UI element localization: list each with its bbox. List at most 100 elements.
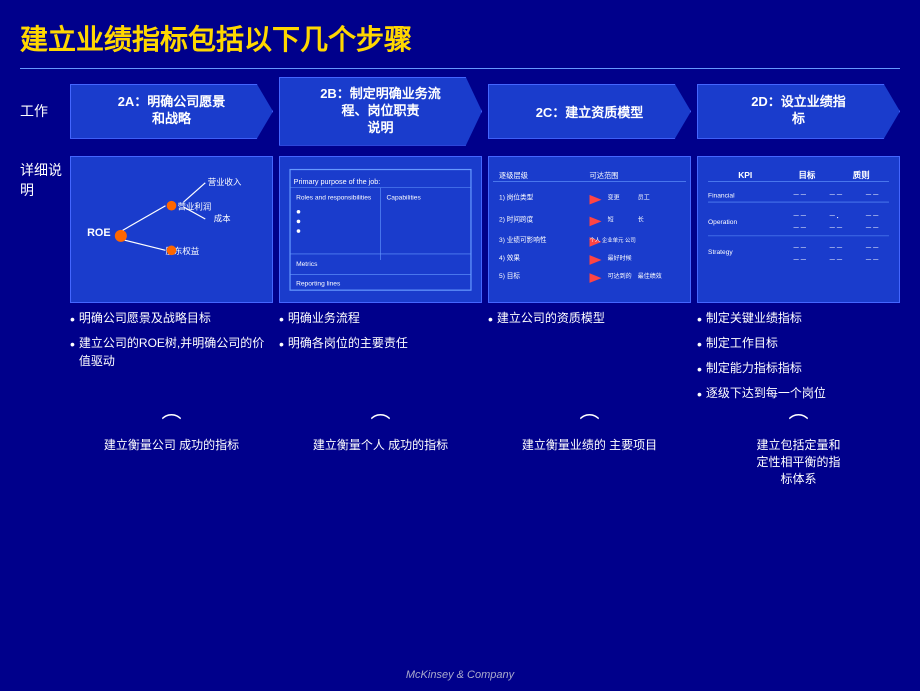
brace-symbol-4: ⌒ [697,415,900,435]
brace-col-3: ⌒ 建立衡量业绩的 主要项目 [488,415,691,487]
svg-text:员工: 员工 [638,194,650,201]
svg-text:目标: 目标 [799,170,816,180]
svg-text:Roles and responsibilities: Roles and responsibilities [296,194,372,201]
svg-text:2) 时间跨度: 2) 时间跨度 [499,214,534,223]
diagram-competency: 逐级层级 可达范围 1) 岗位类型 2) 时间跨度 3) 业绩可影响性 4) 效… [488,156,691,304]
bullet-text: 逐级下达到每一个岗位 [706,384,826,402]
bullet-dot: • [279,334,284,355]
svg-text:－－: －－ [792,223,806,232]
bullet-text: 建立公司的ROE树,并明确公司的价值驱动 [79,334,273,370]
step-2b: 2B：制定明确业务流程、岗位职责说明 [279,77,482,146]
svg-text:－－: －－ [829,243,843,252]
svg-text:长: 长 [638,215,644,223]
bullet-4-2: • 制定工作目标 [697,334,900,355]
svg-text:4) 效果: 4) 效果 [499,253,520,262]
detail-diagrams: 营业收入 营业利润 成本 股东权益 ROE [70,156,900,304]
step-2a: 2A：明确公司愿景和战略 [70,84,273,139]
step-2b-label: 2B：制定明确业务流程、岗位职责说明 [320,86,441,137]
bullet-dot: • [70,309,75,330]
svg-text:可达范围: 可达范围 [590,171,619,180]
bullet-text: 明确各岗位的主要责任 [288,334,408,352]
svg-text:个人 企业单元 公司: 个人 企业单元 公司 [590,236,636,244]
bullet-col-2: • 明确业务流程 • 明确各岗位的主要责任 [279,309,482,409]
svg-text:3) 业绩可影响性: 3) 业绩可影响性 [499,235,547,244]
diagram-job: Primary purpose of the job: Roles and re… [279,156,482,304]
bullet-2-2: • 明确各岗位的主要责任 [279,334,482,355]
brace-col-2: ⌒ 建立衡量个人 成功的指标 [279,415,482,487]
brace-text-2: 建立衡量个人 成功的指标 [279,437,482,454]
svg-text:营业收入: 营业收入 [208,177,242,187]
job-svg: Primary purpose of the job: Roles and re… [284,161,477,299]
svg-text:最佳绩效: 最佳绩效 [638,272,662,280]
steps-container: 2A：明确公司愿景和战略 2B：制定明确业务流程、岗位职责说明 2C：建立资质模… [70,77,900,146]
svg-text:Primary purpose of the job:: Primary purpose of the job: [294,177,381,186]
svg-text:－－: －－ [865,223,879,232]
competency-svg: 逐级层级 可达范围 1) 岗位类型 2) 时间跨度 3) 业绩可影响性 4) 效… [493,161,686,299]
svg-text:－－: －－ [792,190,806,199]
diagram-kpi: KPI 目标 质则 Financial －－ －－ －－ Operation －… [697,156,900,304]
svg-text:－－: －－ [829,255,843,264]
step-2c-label: 2C：建立资质模型 [536,102,644,121]
bullet-4-3: • 制定能力指标指标 [697,359,900,380]
watermark: McKinsey & Company [406,669,514,681]
work-label: 工作 [20,101,70,121]
bullet-1-2: • 建立公司的ROE树,并明确公司的价值驱动 [70,334,273,370]
bullet-4-4: • 逐级下达到每一个岗位 [697,384,900,405]
svg-text:－－: －－ [865,190,879,199]
svg-text:－．: －． [829,210,843,219]
svg-text:Capabilities: Capabilities [387,194,422,201]
bullet-1-1: • 明确公司愿景及战略目标 [70,309,273,330]
bullet-col-1: • 明确公司愿景及战略目标 • 建立公司的ROE树,并明确公司的价值驱动 [70,309,273,409]
svg-text:Financial: Financial [708,192,735,199]
bullet-dot: • [697,384,702,405]
svg-text:－－: －－ [792,255,806,264]
svg-text:最好时候: 最好时候 [608,254,632,262]
step-2d-label: 2D：设立业绩指标 [751,94,846,128]
roe-svg: 营业收入 营业利润 成本 股东权益 ROE [75,161,268,299]
svg-text:Strategy: Strategy [708,249,733,256]
svg-text:5) 目标: 5) 目标 [499,271,520,280]
brace-symbol-3: ⌒ [488,415,691,435]
bullet-2-1: • 明确业务流程 [279,309,482,330]
brace-col-4: ⌒ 建立包括定量和定性相平衡的指标体系 [697,415,900,487]
svg-text:Metrics: Metrics [296,261,318,268]
bullet-text: 制定工作目标 [706,334,778,352]
bullet-text: 建立公司的资质模型 [497,309,605,327]
svg-text:－－: －－ [792,243,806,252]
bullet-dot: • [697,359,702,380]
bullet-text: 明确公司愿景及战略目标 [79,309,211,327]
bullet-col-4: • 制定关键业绩指标 • 制定工作目标 • 制定能力指标指标 • 逐级下达到每一… [697,309,900,409]
bullet-4-1: • 制定关键业绩指标 [697,309,900,330]
svg-text:短: 短 [608,215,614,223]
detail-label: 详细说明 [20,156,70,200]
step-2a-label: 2A：明确公司愿景和战略 [118,94,226,128]
svg-text:－－: －－ [865,243,879,252]
bullet-col-3: • 建立公司的资质模型 [488,309,691,409]
brace-symbol-2: ⌒ [279,415,482,435]
svg-text:变更: 变更 [608,193,620,201]
bullet-text: 制定能力指标指标 [706,359,802,377]
bullet-text: 制定关键业绩指标 [706,309,802,327]
svg-text:1) 岗位类型: 1) 岗位类型 [499,192,534,201]
bullet-dot: • [70,334,75,355]
svg-text:KPI: KPI [738,170,752,180]
brace-col-1: ⌒ 建立衡量公司 成功的指标 [70,415,273,487]
svg-text:Reporting lines: Reporting lines [296,280,341,287]
step-2d: 2D：设立业绩指标 [697,84,900,139]
step-2c: 2C：建立资质模型 [488,84,691,139]
svg-text:可达到的: 可达到的 [608,272,632,280]
kpi-svg: KPI 目标 质则 Financial －－ －－ －－ Operation －… [702,161,895,299]
brace-text-3: 建立衡量业绩的 主要项目 [488,437,691,454]
svg-text:－－: －－ [792,210,806,219]
page-title: 建立业绩指标包括以下几个步骤 [0,0,920,68]
svg-text:－－: －－ [865,210,879,219]
svg-text:－－: －－ [829,223,843,232]
bullet-dot: • [279,309,284,330]
bullet-text: 明确业务流程 [288,309,360,327]
svg-text:质则: 质则 [853,170,870,180]
bullet-dot: • [697,309,702,330]
diagram-roe: 营业收入 营业利润 成本 股东权益 ROE [70,156,273,304]
bullets-row: • 明确公司愿景及战略目标 • 建立公司的ROE树,并明确公司的价值驱动 • 明… [70,309,900,415]
brace-text-1: 建立衡量公司 成功的指标 [70,437,273,454]
svg-text:成本: 成本 [214,213,231,223]
